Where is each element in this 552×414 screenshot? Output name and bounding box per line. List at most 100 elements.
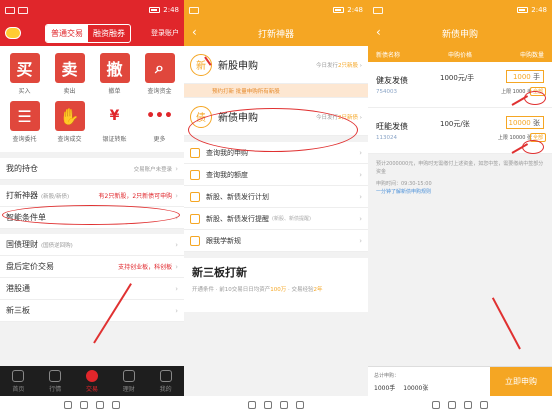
menu-label: 我的持仓 (6, 164, 38, 173)
tab-home[interactable]: 首页 (0, 366, 37, 396)
subscribe-now-button[interactable]: 立即申购 (490, 367, 552, 396)
all-button[interactable]: 全部 (529, 133, 546, 142)
download-icon[interactable] (480, 401, 488, 409)
more-icon: ••• (144, 101, 175, 131)
tab-normal-trade[interactable]: 普通交易 (46, 24, 88, 42)
menu-ipo-tool[interactable]: 打新神器 (新股/新债) 有2只新股，2只新债可申购 › (0, 185, 184, 207)
grid-item[interactable]: 撤撤单 (92, 50, 137, 98)
list-icon (190, 213, 200, 224)
ipo-list-item[interactable]: 跟我学新规 › (184, 230, 368, 252)
zoom-out-icon[interactable] (248, 401, 256, 409)
menu-treasury[interactable]: 国债理财 (国债逆回购) › (0, 234, 184, 256)
grid-item[interactable]: 卖卖出 (47, 50, 92, 98)
all-button[interactable]: 全部 (529, 87, 546, 96)
bond-price: 100元/张 (440, 120, 470, 128)
zoom-out-icon[interactable] (432, 401, 440, 409)
chevron-right-icon: › (175, 306, 178, 315)
chevron-right-icon: › (359, 148, 362, 157)
reserve-ipo-banner[interactable]: 预约打新 批量申购所有新股 (184, 84, 368, 98)
trade-function-grid: 买买入卖卖出撤撤单 ⌕ 查询资金 ☰ 查询委托 ✋ 查询成交 ¥ 银证转账 ••• 更多 (0, 46, 184, 152)
card-title: 新债申购 (218, 113, 258, 124)
grid-item[interactable]: ✋ 查询成交 (47, 98, 92, 146)
ipo-list-item[interactable]: 查询我的申购 › (184, 142, 368, 164)
tab-label: 我的 (159, 386, 172, 393)
sell-icon: 卖 (54, 53, 85, 83)
summary-sheets: 10000张 (403, 385, 429, 392)
grid-item[interactable]: ¥ 银证转账 (92, 98, 137, 146)
page-title: 新债申购 (441, 29, 478, 40)
subscribe-time: 申购时间：09:30-15:00 (376, 181, 432, 187)
chevron-right-icon: › (359, 214, 362, 223)
grid-item[interactable]: ☰ 查询委托 (2, 98, 47, 146)
menu-label: 打新神器 (6, 191, 38, 200)
ipo-subscribe-card[interactable]: 新 新股申购 今日发行2只新股 › (184, 46, 368, 84)
menu-label: 智能条件单 (6, 213, 46, 222)
bond-info: 预计2000000元，申购时无需缴付上述资金，如您中签，需要缴纳中签部分资金 申… (368, 154, 552, 202)
rotate-icon[interactable] (96, 401, 104, 409)
app-logo-icon (5, 27, 21, 39)
cancel-order-icon: 撤 (99, 53, 130, 83)
chart-icon (49, 370, 62, 382)
zoom-in-icon[interactable] (448, 401, 456, 409)
quantity-limit: 上限 10000 张 (497, 135, 532, 141)
zoom-in-icon[interactable] (80, 401, 88, 409)
grid-item[interactable]: ⌕ 查询资金 (137, 50, 182, 98)
item-label: 查询我的申购 (206, 148, 248, 157)
bond-code: 754003 (376, 88, 397, 95)
menu-holdings[interactable]: 我的持仓 交易账户未登录 › (0, 158, 184, 180)
status-bar: 2:48 (368, 0, 552, 20)
battery-icon (333, 7, 345, 13)
col-name: 新债名称 (376, 51, 401, 59)
bond-subscribe-screen: 2:48 ‹ 新债申购 新债名称 申购价格 申购数量 健友发债 754003 100… (368, 0, 552, 396)
rules-link[interactable]: 一分钟了解新债申购规则 (376, 188, 544, 196)
menu-label: 新三板 (6, 306, 30, 315)
back-arrow-icon[interactable]: ‹ (376, 25, 381, 39)
chevron-right-icon: › (175, 164, 178, 173)
grid-item[interactable]: 买买入 (2, 50, 47, 98)
neeq-ipo-card[interactable]: 新三板打新 开通条件 · 前10交易日日均资产100万 · 交易经验2年 (184, 258, 368, 312)
menu-smart-order[interactable]: 智能条件单 › (0, 207, 184, 229)
chevron-right-icon: › (359, 236, 362, 245)
zoom-in-icon[interactable] (264, 401, 272, 409)
menu-label: 港股通 (6, 284, 30, 293)
new-bond-icon: 债 (190, 105, 212, 128)
rotate-icon[interactable] (280, 401, 288, 409)
rotate-icon[interactable] (464, 401, 472, 409)
quantity-input[interactable]: 10000 张 (506, 116, 544, 129)
grid-label: 撤单 (108, 88, 121, 95)
tab-wealth[interactable]: 理财 (110, 366, 147, 396)
login-account-button[interactable]: 登录账户 (151, 28, 179, 38)
back-arrow-icon[interactable]: ‹ (192, 25, 197, 39)
card-issue-info: 今日发行2只新债 › (316, 114, 362, 121)
ipo-list-item[interactable]: 查询我的额度 › (184, 164, 368, 186)
grid-label: 买入 (18, 88, 31, 95)
wallet-icon (122, 370, 135, 382)
tab-label: 交易 (85, 386, 98, 393)
item-note: (新股、新债提醒) (272, 216, 311, 222)
download-icon[interactable] (112, 401, 120, 409)
item-label: 跟我学新规 (206, 236, 241, 245)
ipo-list-item[interactable]: 新股、新债发行提醒 (新股、新债提醒) › (184, 208, 368, 230)
bond-info-text: 预计2000000元，申购时无需缴付上述资金，如您中签，需要缴纳中签部分资金 (376, 161, 544, 175)
chevron-right-icon: › (359, 192, 362, 201)
menu-hk-connect[interactable]: 港股通 › (0, 278, 184, 300)
col-price: 申购价格 (447, 51, 472, 59)
zoom-out-icon[interactable] (64, 401, 72, 409)
home-icon (12, 370, 25, 382)
tab-margin-trade[interactable]: 融资融券 (88, 25, 130, 42)
quantity-input[interactable]: 1000 手 (506, 70, 544, 83)
tab-trade[interactable]: 交易 (74, 366, 111, 396)
bond-header: ‹ 新债申购 (368, 20, 552, 46)
tab-market[interactable]: 行情 (37, 366, 74, 396)
download-icon[interactable] (296, 401, 304, 409)
ipo-list-item[interactable]: 新股、新债发行计划 › (184, 186, 368, 208)
grid-item[interactable]: ••• 更多 (137, 98, 182, 146)
subscribe-summary: 总计申购： 1000手 10000张 (368, 367, 490, 396)
menu-after-hours[interactable]: 盘后定价交易 支持创业板，科创板 › (0, 256, 184, 278)
tab-mine[interactable]: 我的 (147, 366, 184, 396)
menu-neeq[interactable]: 新三板 › (0, 300, 184, 322)
battery-icon (517, 7, 529, 13)
menu-note: (新股/新债) (41, 193, 70, 200)
bottom-tab-bar: 首页 行情 交易 理财 我的 (0, 366, 184, 396)
bond-subscribe-card[interactable]: 债 新债申购 今日发行2只新债 › (184, 98, 368, 136)
